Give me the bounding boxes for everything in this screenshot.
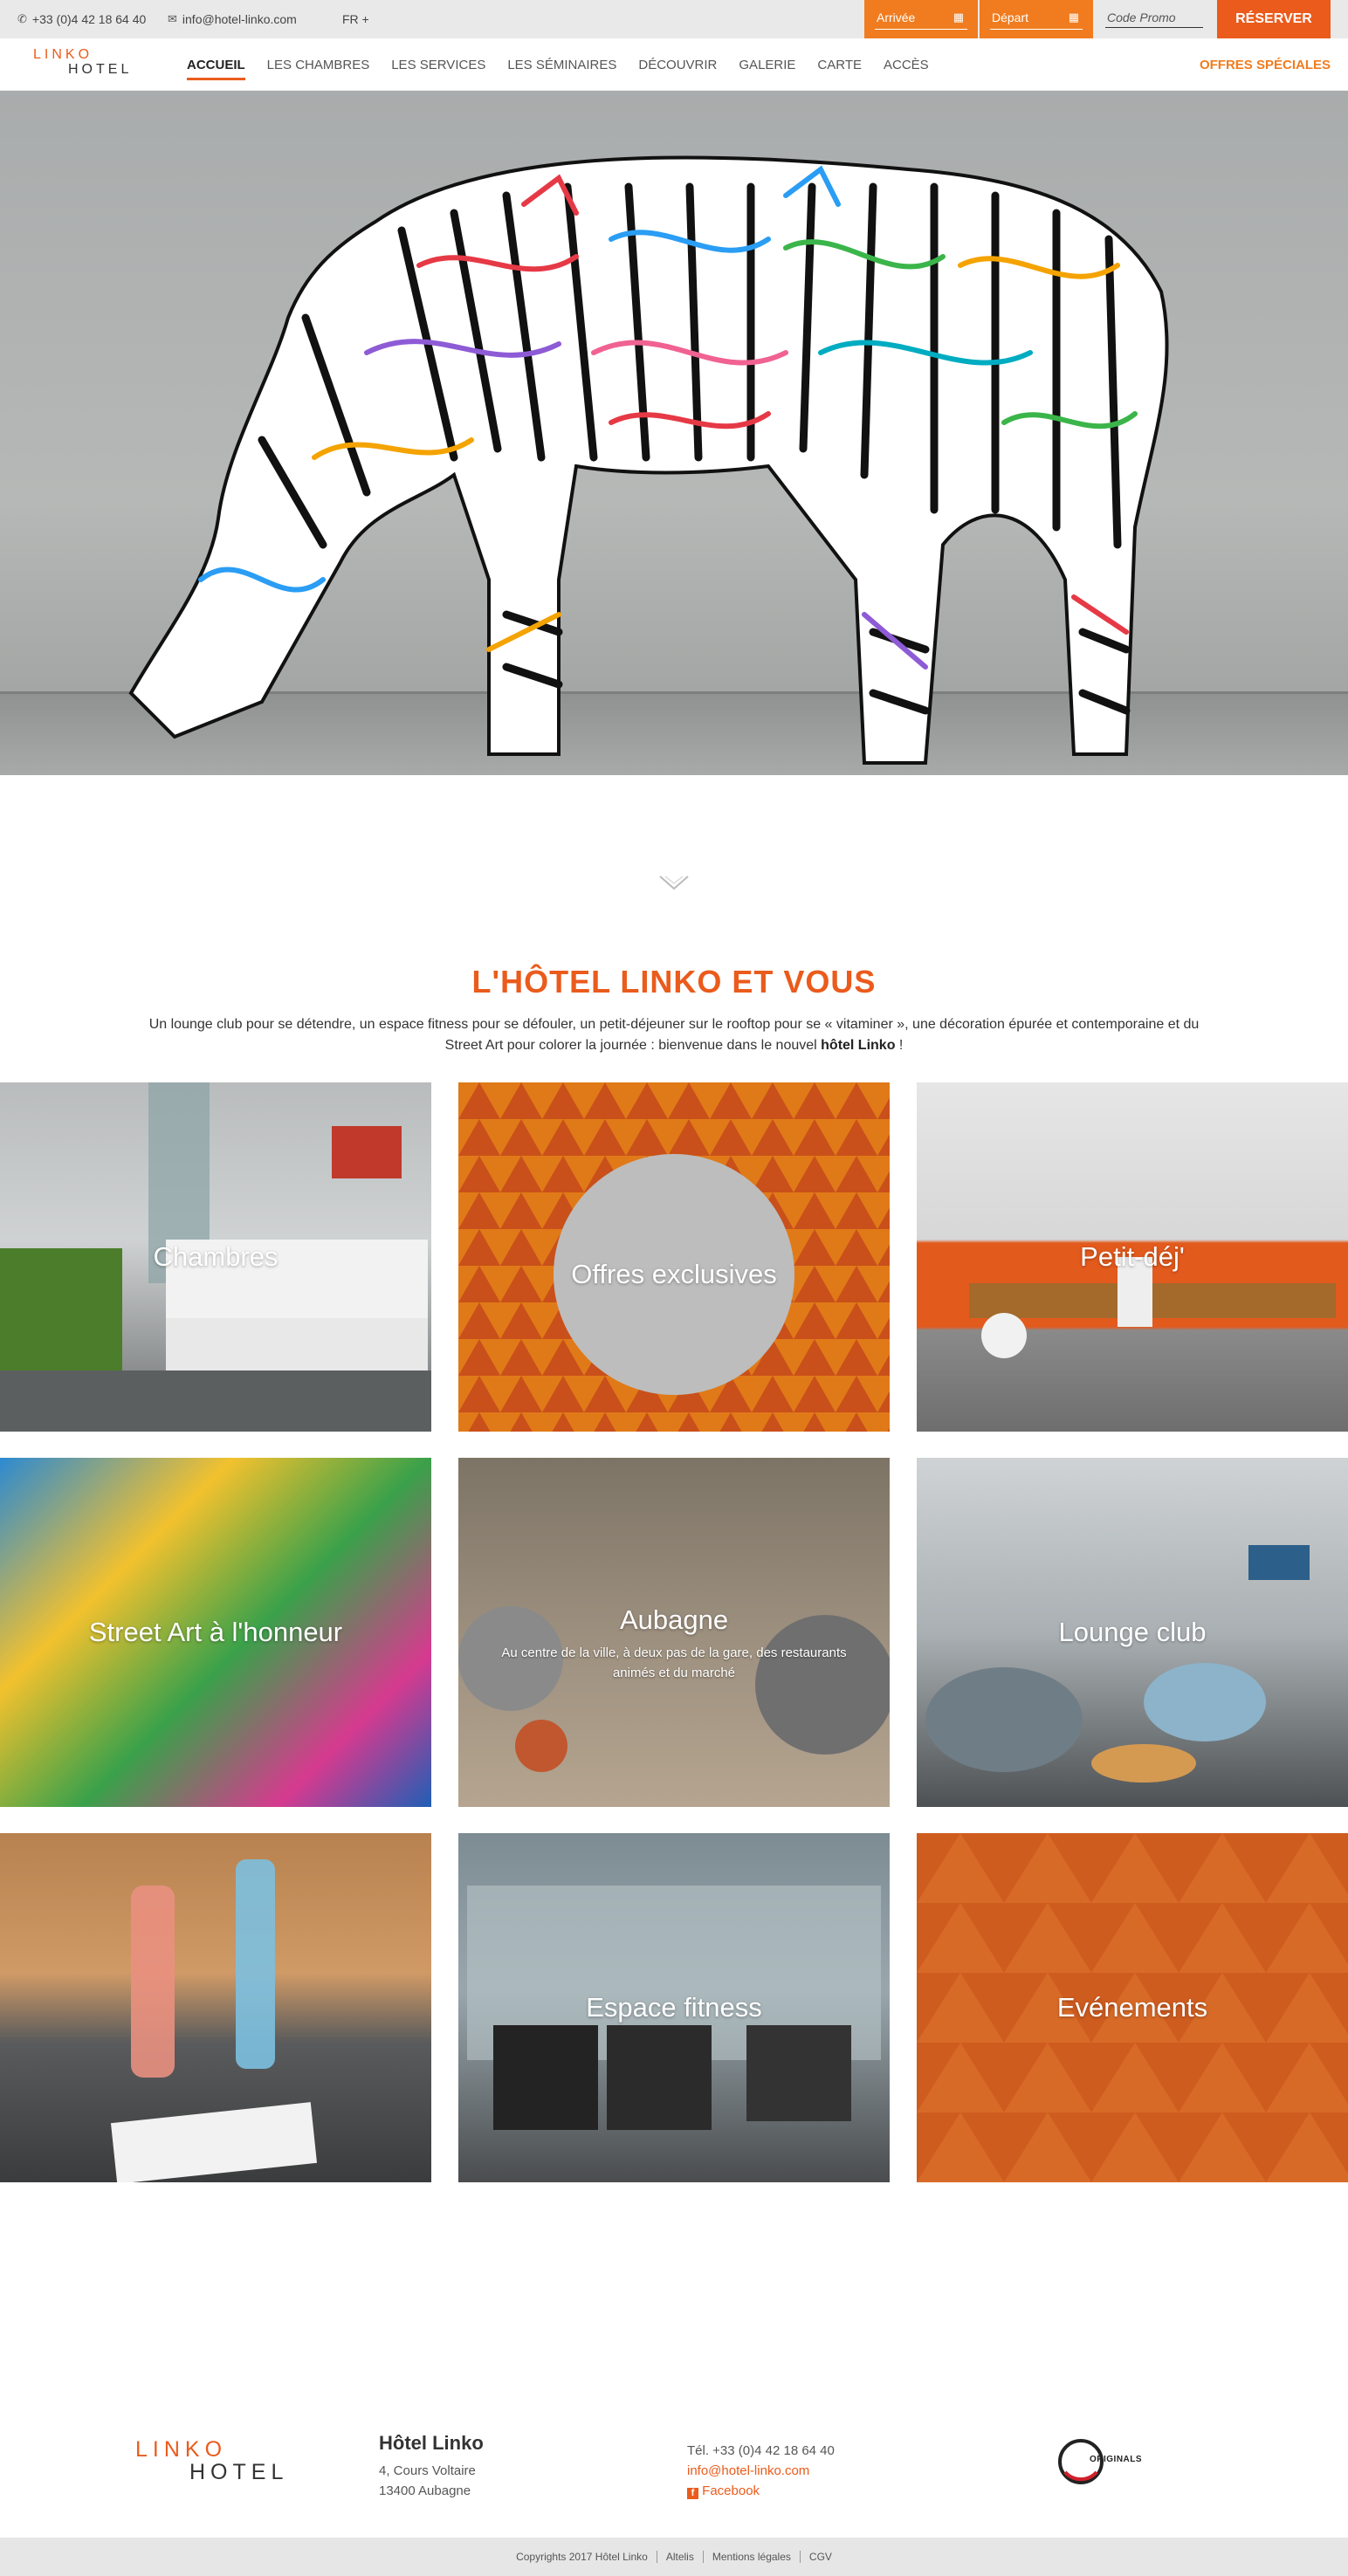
language-selector[interactable]: FR + — [342, 0, 369, 38]
promo-placeholder: Code Promo — [1107, 10, 1176, 24]
main-nav: LINKO HOTEL ACCUEIL LES CHAMBRES LES SER… — [0, 38, 1348, 91]
tile-chambres[interactable]: Chambres — [0, 1082, 431, 1432]
intro-text: Un lounge club pour se détendre, un espa… — [148, 1017, 1200, 1053]
tile-title: Evénements — [1056, 1992, 1208, 2023]
footer-address-line1: 4, Cours Voltaire — [379, 2463, 476, 2478]
copyright-bar: Copyrights 2017 Hôtel Linko Altelis Ment… — [0, 2538, 1348, 2576]
footer-address: Hôtel Linko 4, Cours Voltaire 13400 Auba… — [379, 2431, 484, 2501]
reserve-button[interactable]: RÉSERVER — [1217, 0, 1331, 38]
envelope-icon: ✉ — [168, 12, 177, 25]
menu: ACCUEIL LES CHAMBRES LES SERVICES LES SÉ… — [187, 38, 951, 91]
top-phone-text: +33 (0)4 42 18 64 40 — [31, 12, 147, 26]
footer-facebook[interactable]: f Facebook — [687, 2481, 835, 2501]
triangle-pattern — [458, 1082, 890, 1432]
originals-partner-logo[interactable]: ORIGINALS — [1056, 2435, 1144, 2488]
tile-title: Street Art à l'honneur — [88, 1617, 343, 1647]
tile-lounge-club[interactable]: Lounge club — [917, 1458, 1348, 1807]
nav-item-carte[interactable]: CARTE — [817, 38, 862, 91]
footer-phone[interactable]: Tél. +33 (0)4 42 18 64 40 — [687, 2441, 835, 2461]
nav-item-services[interactable]: LES SERVICES — [391, 38, 485, 91]
tile-aubagne[interactable]: Aubagne Au centre de la ville, à deux pa… — [458, 1458, 890, 1807]
logo-word-linko: LINKO — [33, 47, 93, 62]
tile-aperitif-photo[interactable] — [0, 1833, 431, 2182]
tile-title: Offres exclusives — [571, 1259, 777, 1289]
footer-link-altelis[interactable]: Altelis — [666, 2551, 694, 2563]
footer-link-cgv[interactable]: CGV — [809, 2551, 832, 2563]
site-logo[interactable]: LINKO HOTEL — [33, 47, 138, 82]
nav-item-chambres[interactable]: LES CHAMBRES — [267, 38, 370, 91]
intro-bold: hôtel Linko — [821, 1038, 896, 1053]
departure-underline — [990, 29, 1083, 30]
arrival-underline — [875, 29, 967, 30]
intro-paragraph: Un lounge club pour se détendre, un espa… — [131, 1014, 1217, 1056]
tile-subtitle: Au centre de la ville, à deux pas de la … — [501, 1645, 847, 1680]
tile-title: Chambres — [153, 1241, 279, 1272]
logo-word-hotel: HOTEL — [68, 62, 133, 77]
nav-item-acces[interactable]: ACCÈS — [884, 38, 929, 91]
arrival-label: Arrivée — [877, 10, 916, 24]
facebook-label: Facebook — [702, 2483, 760, 2498]
intro-tail: ! — [895, 1038, 904, 1053]
booking-bar: Arrivée ▦ Départ ▦ Code Promo RÉSERVER — [864, 0, 1348, 38]
tile-offres-exclusives[interactable]: Offres exclusives — [458, 1082, 890, 1432]
top-bar: ✆ +33 (0)4 42 18 64 40 ✉ info@hotel-link… — [0, 0, 1348, 38]
tile-evenements[interactable]: Evénements — [917, 1833, 1348, 2182]
promo-code-input[interactable]: Code Promo — [1097, 0, 1212, 38]
phone-icon: ✆ — [17, 12, 27, 25]
footer-email[interactable]: info@hotel-linko.com — [687, 2461, 835, 2481]
promo-underline — [1105, 27, 1203, 28]
footer-hotel-name: Hôtel Linko — [379, 2432, 484, 2454]
nav-item-accueil[interactable]: ACCUEIL — [187, 38, 245, 91]
tile-title: Lounge club — [1058, 1617, 1207, 1647]
hero-zebra-graffiti — [0, 91, 1348, 775]
language-label: FR + — [342, 12, 369, 26]
nav-item-seminaires[interactable]: LES SÉMINAIRES — [507, 38, 616, 91]
tile-street-art[interactable]: Street Art à l'honneur — [0, 1458, 431, 1807]
nav-item-galerie[interactable]: GALERIE — [739, 38, 795, 91]
arrival-date-field[interactable]: Arrivée ▦ — [864, 0, 978, 38]
footer-logo-hotel: HOTEL — [189, 2460, 289, 2484]
tile-title: Espace fitness — [586, 1992, 762, 2023]
aperitif-illustration — [110, 1859, 318, 2182]
top-email-text: info@hotel-linko.com — [182, 12, 297, 26]
footer-address-line2: 13400 Aubagne — [379, 2483, 471, 2498]
facebook-icon: f — [687, 2488, 698, 2499]
special-offers-link[interactable]: OFFRES SPÉCIALES — [1200, 38, 1331, 91]
footer-link-mentions[interactable]: Mentions légales — [712, 2551, 791, 2563]
calendar-icon: ▦ — [953, 10, 964, 24]
tile-title: Aubagne — [619, 1604, 729, 1635]
tile-petit-dej[interactable]: Petit-déj' — [917, 1082, 1348, 1432]
departure-date-field[interactable]: Départ ▦ — [980, 0, 1093, 38]
footer-logo[interactable]: LINKO HOTEL — [135, 2437, 292, 2484]
top-email[interactable]: ✉ info@hotel-linko.com — [168, 0, 297, 38]
chevron-down-icon[interactable] — [657, 873, 691, 894]
section-title: L'HÔTEL LINKO ET VOUS — [471, 964, 877, 999]
zebra-illustration — [0, 155, 1348, 775]
copyright-text: Copyrights 2017 Hôtel Linko — [516, 2551, 648, 2563]
top-phone[interactable]: ✆ +33 (0)4 42 18 64 40 — [17, 0, 146, 38]
footer-contact: Tél. +33 (0)4 42 18 64 40 info@hotel-lin… — [687, 2441, 835, 2501]
tile-title: Petit-déj' — [1080, 1241, 1185, 1272]
departure-label: Départ — [992, 10, 1029, 24]
divider — [799, 2551, 801, 2563]
tile-espace-fitness[interactable]: Espace fitness — [458, 1833, 890, 2182]
nav-item-decouvrir[interactable]: DÉCOUVRIR — [638, 38, 717, 91]
originals-text: ORIGINALS — [1090, 2455, 1143, 2464]
footer-logo-linko: LINKO — [135, 2437, 228, 2462]
calendar-icon: ▦ — [1068, 10, 1079, 24]
divider — [702, 2551, 704, 2563]
